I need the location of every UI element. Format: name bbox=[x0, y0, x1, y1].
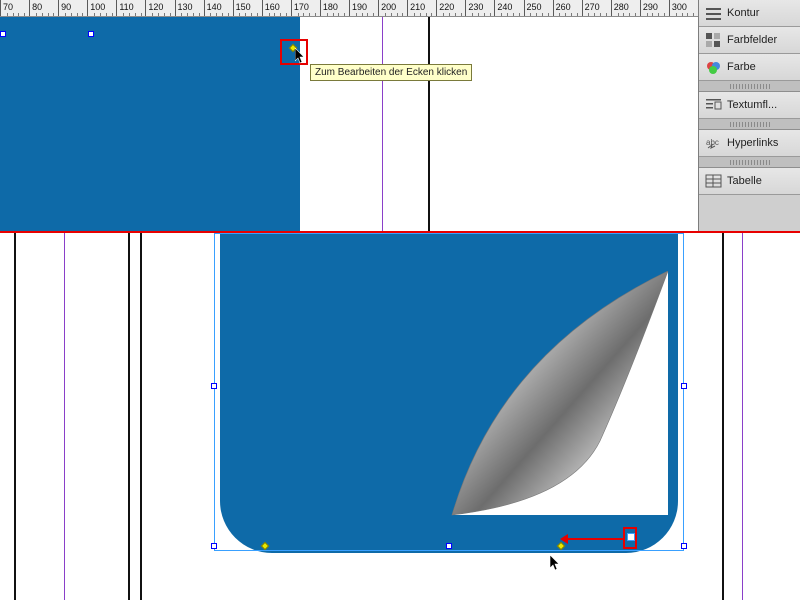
hyperlink-icon: abc bbox=[705, 135, 722, 152]
top-canvas[interactable]: Zum Bearbeiten der Ecken klicken bbox=[0, 17, 698, 231]
ruler-number: 250 bbox=[527, 2, 542, 12]
ruler-tick: 140 bbox=[204, 0, 233, 17]
guide-vertical[interactable] bbox=[382, 17, 383, 231]
ruler-number: 220 bbox=[439, 2, 454, 12]
tooltip-text: Zum Bearbeiten der Ecken klicken bbox=[315, 67, 467, 78]
ruler-tick: 190 bbox=[349, 0, 378, 17]
ruler-tick: 230 bbox=[465, 0, 494, 17]
panel-tabelle[interactable]: Tabelle bbox=[699, 168, 800, 195]
svg-text:abc: abc bbox=[706, 138, 719, 147]
guide-vertical[interactable] bbox=[742, 233, 743, 600]
page-edge bbox=[14, 233, 16, 600]
selection-handle[interactable] bbox=[211, 383, 217, 389]
ruler-tick: 150 bbox=[233, 0, 262, 17]
ruler-tick: 250 bbox=[524, 0, 553, 17]
ruler-number: 170 bbox=[294, 2, 309, 12]
ruler-number: 130 bbox=[178, 2, 193, 12]
ruler-number: 200 bbox=[381, 2, 396, 12]
ruler-tick: 120 bbox=[145, 0, 174, 17]
guide-vertical[interactable] bbox=[64, 233, 65, 600]
ruler-tick: 300 bbox=[669, 0, 698, 17]
textwrap-icon bbox=[705, 97, 722, 114]
ruler-number: 190 bbox=[352, 2, 367, 12]
ruler-tick: 220 bbox=[436, 0, 465, 17]
annotation-box bbox=[623, 527, 637, 549]
selection-bounding-box bbox=[214, 233, 684, 551]
ruler-number: 110 bbox=[119, 2, 133, 12]
ruler-number: 300 bbox=[672, 2, 687, 12]
ruler-number: 280 bbox=[614, 2, 629, 12]
selection-handle[interactable] bbox=[88, 31, 94, 37]
bottom-canvas[interactable] bbox=[0, 233, 800, 600]
bottom-screenshot bbox=[0, 233, 800, 600]
ruler-tick: 90 bbox=[58, 0, 87, 17]
column-guide bbox=[128, 233, 130, 600]
ruler-number: 80 bbox=[32, 2, 42, 12]
panel-label: Farbe bbox=[727, 61, 756, 73]
panel-separator bbox=[699, 119, 800, 130]
panel-label: Hyperlinks bbox=[727, 137, 778, 149]
annotation-arrow bbox=[568, 538, 624, 540]
ruler-tick: 170 bbox=[291, 0, 320, 17]
panel-label: Textumfl... bbox=[727, 99, 777, 111]
ruler-number: 90 bbox=[61, 2, 71, 12]
ruler-number: 70 bbox=[3, 2, 13, 12]
panel-label: Kontur bbox=[727, 7, 759, 19]
ruler-number: 150 bbox=[236, 2, 251, 12]
ruler-number: 100 bbox=[90, 2, 105, 12]
swatches-icon bbox=[705, 32, 722, 49]
ruler-tick: 210 bbox=[407, 0, 436, 17]
ruler-tick: 180 bbox=[320, 0, 349, 17]
cursor-icon bbox=[295, 48, 307, 66]
ruler-number: 210 bbox=[410, 2, 425, 12]
ruler-tick: 270 bbox=[582, 0, 611, 17]
selection-handle[interactable] bbox=[681, 383, 687, 389]
selection-handle[interactable] bbox=[0, 31, 6, 37]
panels-dock: Kontur Farbfelder Farbe Textumfl... bbox=[698, 0, 800, 231]
ruler-tick: 290 bbox=[640, 0, 669, 17]
selection-handle[interactable] bbox=[446, 543, 452, 549]
ruler-number: 240 bbox=[497, 2, 512, 12]
ruler-tick: 280 bbox=[611, 0, 640, 17]
ruler-tick: 80 bbox=[29, 0, 58, 17]
blue-rectangle[interactable] bbox=[0, 17, 300, 231]
panel-label: Tabelle bbox=[727, 175, 762, 187]
panel-hyperlinks[interactable]: abc Hyperlinks bbox=[699, 130, 800, 157]
panel-separator bbox=[699, 157, 800, 168]
column-guide bbox=[140, 233, 142, 600]
panel-kontur[interactable]: Kontur bbox=[699, 0, 800, 27]
page-edge bbox=[428, 17, 430, 231]
ruler-tick: 260 bbox=[553, 0, 582, 17]
panel-textumfluss[interactable]: Textumfl... bbox=[699, 92, 800, 119]
ruler-tick: 130 bbox=[175, 0, 204, 17]
panel-farbfelder[interactable]: Farbfelder bbox=[699, 27, 800, 54]
ruler-number: 180 bbox=[323, 2, 338, 12]
horizontal-ruler[interactable]: 70 80 90 100 110 120 130 140 150 160 170 180 190 200 2… bbox=[0, 0, 698, 17]
ruler-tick: 70 bbox=[0, 0, 29, 17]
selection-handle[interactable] bbox=[211, 543, 217, 549]
ruler-number: 140 bbox=[207, 2, 222, 12]
ruler-tick: 160 bbox=[262, 0, 291, 17]
ruler-number: 290 bbox=[643, 2, 658, 12]
ruler-tick: 240 bbox=[494, 0, 523, 17]
top-screenshot: 70 80 90 100 110 120 130 140 150 160 170 180 190 200 2… bbox=[0, 0, 800, 231]
ruler-number: 230 bbox=[468, 2, 483, 12]
tooltip: Zum Bearbeiten der Ecken klicken bbox=[310, 64, 472, 81]
selection-handle[interactable] bbox=[681, 543, 687, 549]
panel-farbe[interactable]: Farbe bbox=[699, 54, 800, 81]
ruler-number: 270 bbox=[585, 2, 600, 12]
ruler-number: 160 bbox=[265, 2, 280, 12]
page-edge bbox=[722, 233, 724, 600]
stroke-icon bbox=[705, 5, 722, 22]
ruler-tick: 200 bbox=[378, 0, 407, 17]
ruler-number: 120 bbox=[148, 2, 163, 12]
cursor-icon bbox=[550, 555, 562, 573]
color-icon bbox=[705, 59, 722, 76]
ruler-number: 260 bbox=[556, 2, 571, 12]
table-icon bbox=[705, 173, 722, 190]
panel-separator bbox=[699, 81, 800, 92]
panel-label: Farbfelder bbox=[727, 34, 777, 46]
ruler-tick: 100 bbox=[87, 0, 116, 17]
ruler-tick: 110 bbox=[116, 0, 145, 17]
